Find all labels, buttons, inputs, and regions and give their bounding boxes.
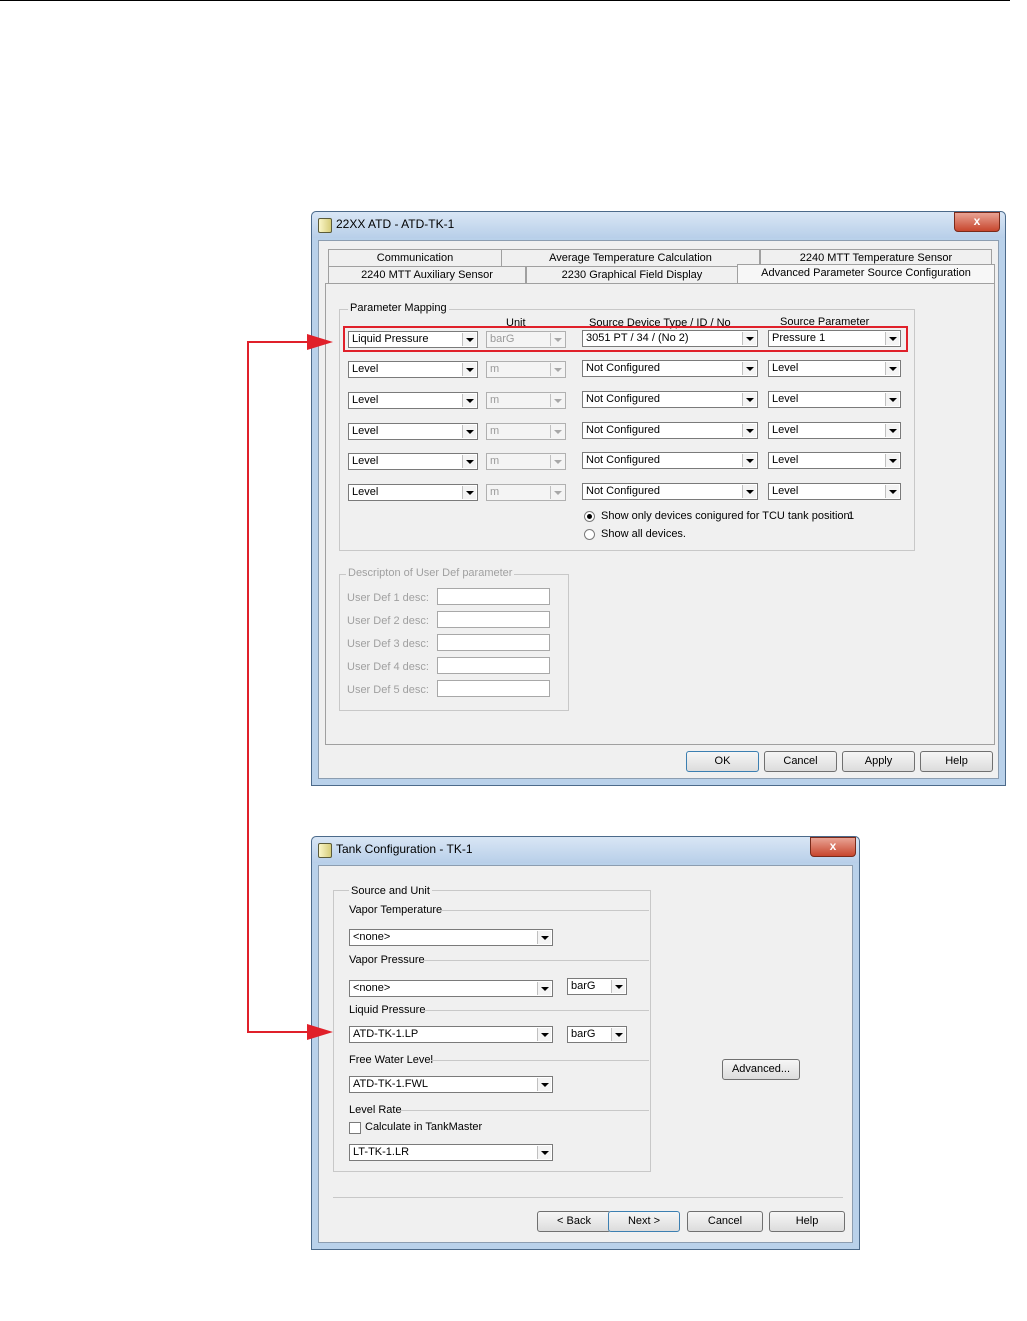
mapping-connector-arrow [247,334,333,1040]
